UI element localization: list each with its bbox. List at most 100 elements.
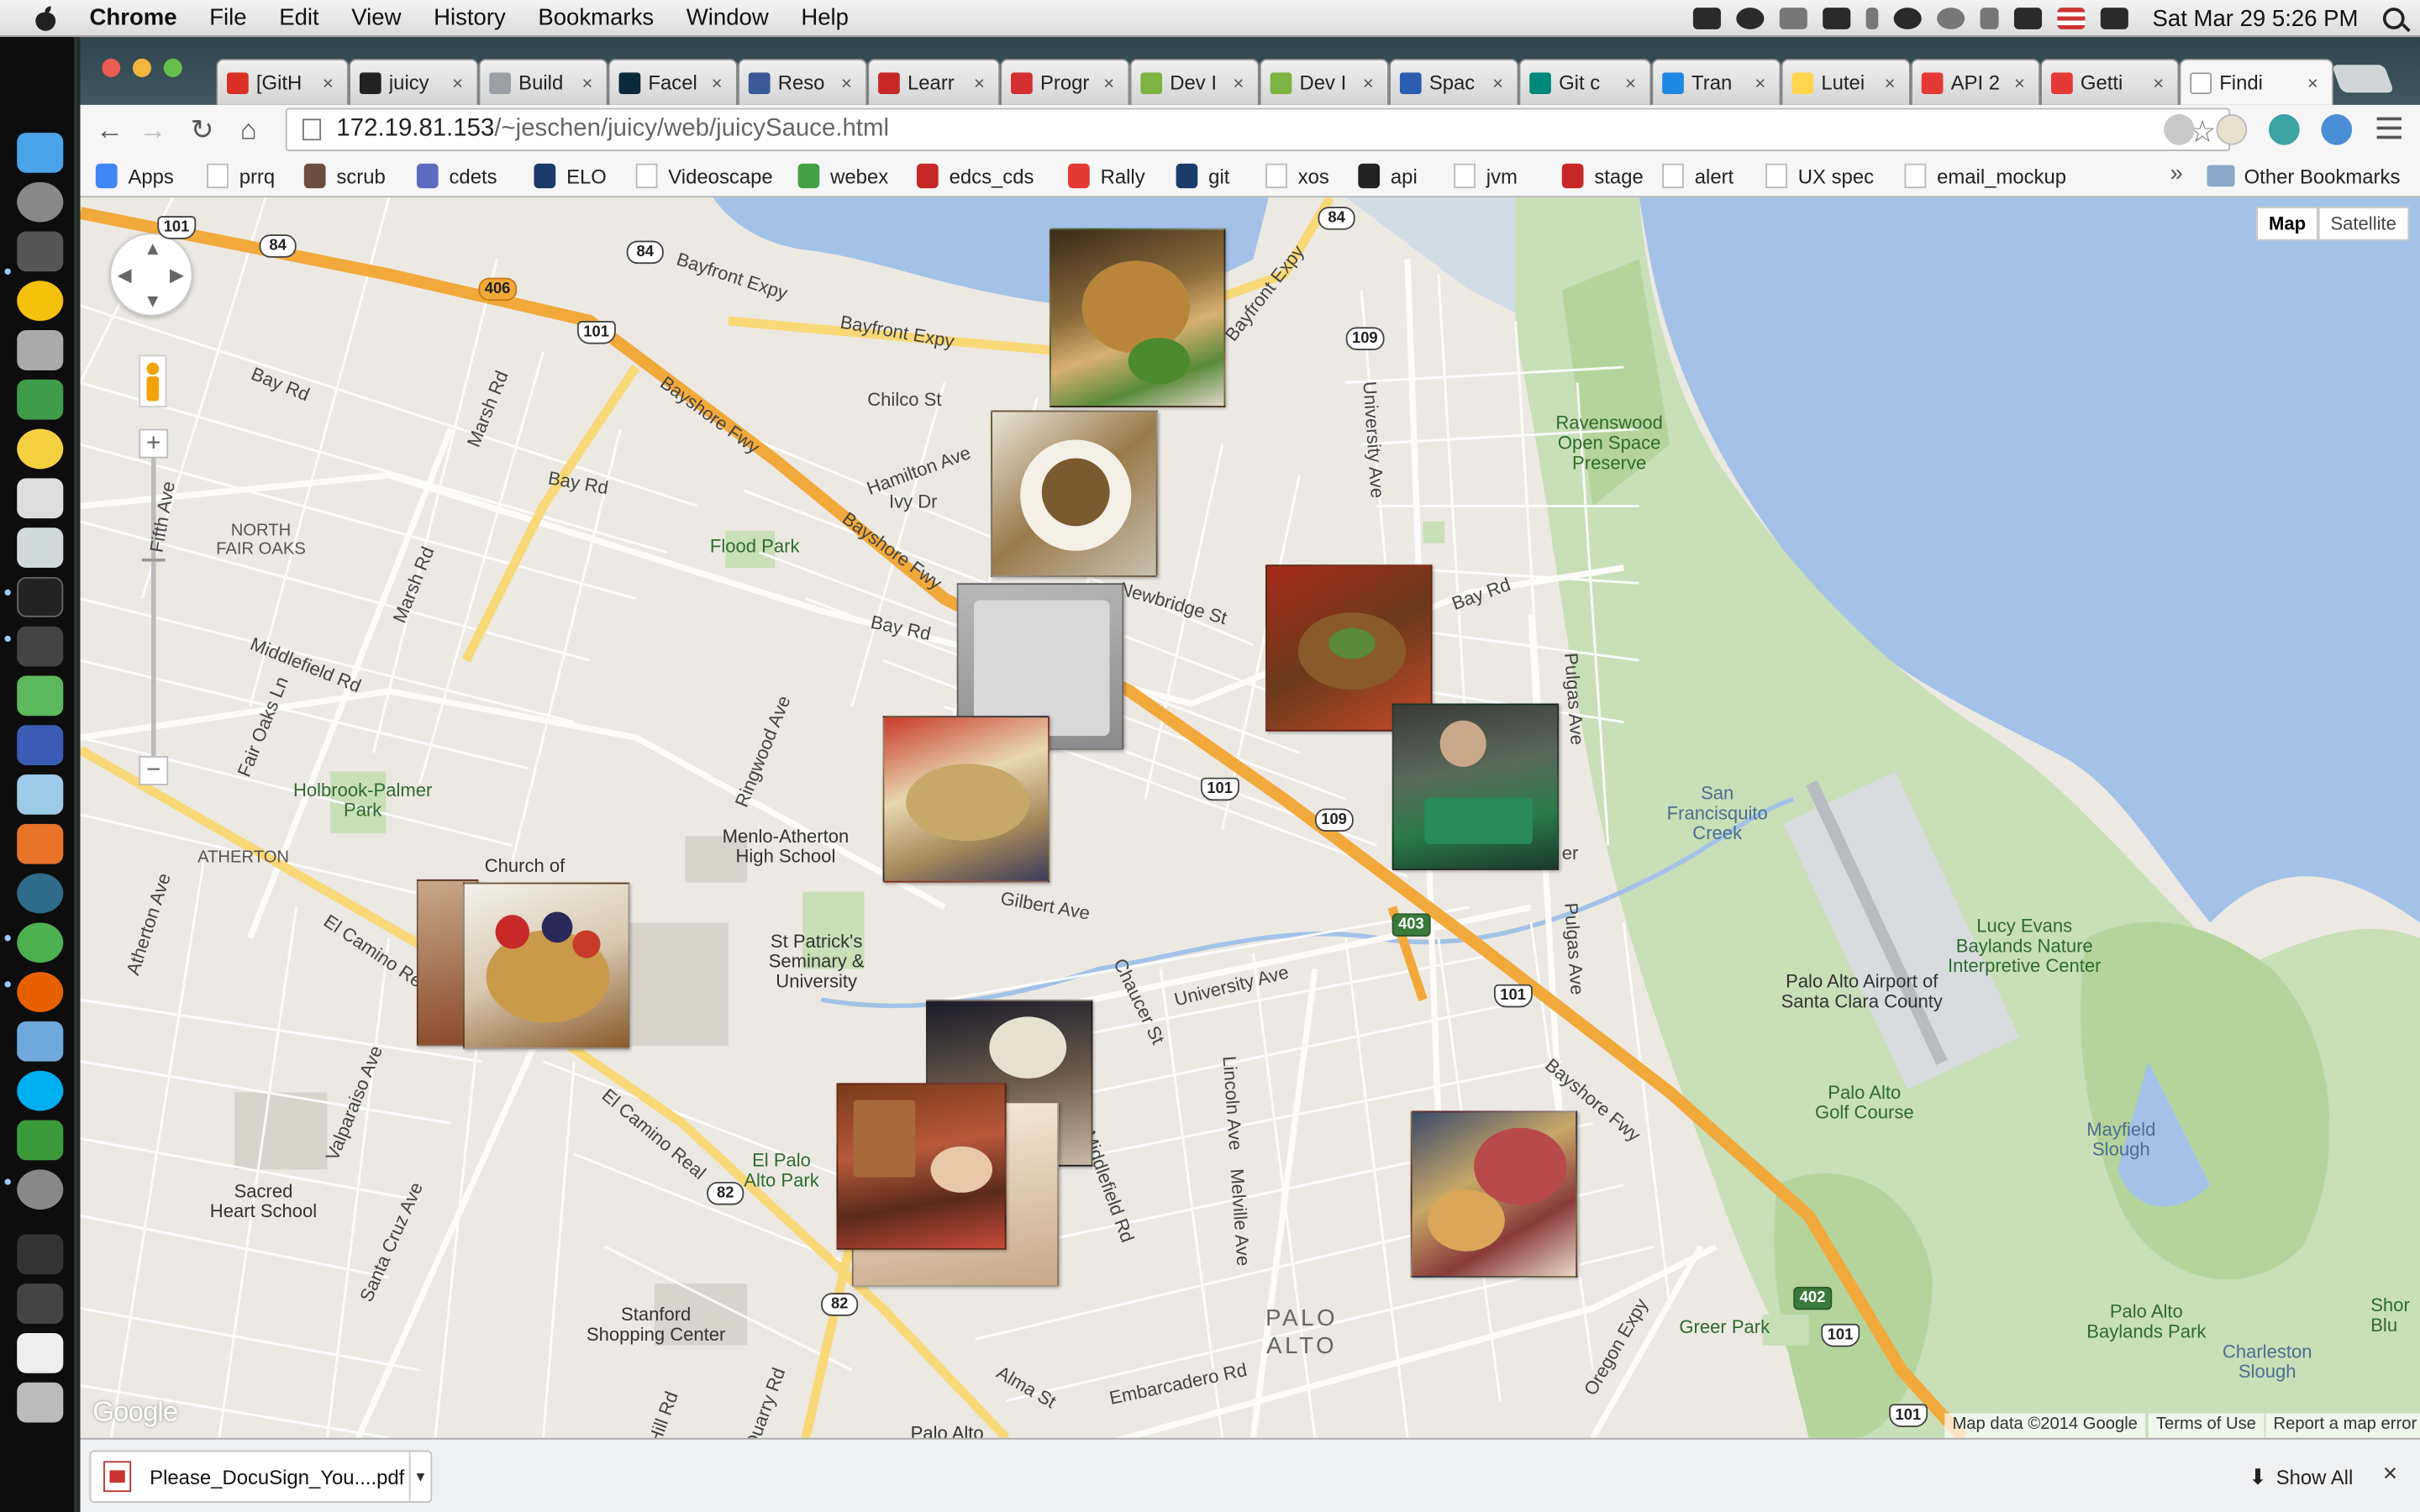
zoom-out-button[interactable]: − — [139, 756, 169, 785]
bookmark-item[interactable]: scrub — [303, 160, 386, 192]
food-photo-marker[interactable] — [1392, 703, 1560, 870]
launchpad-icon[interactable] — [17, 181, 64, 223]
tab-close-icon[interactable]: × — [1234, 71, 1249, 93]
tab-14[interactable]: API 2 × — [1910, 58, 2041, 105]
mail-app-icon[interactable] — [17, 1021, 64, 1062]
food-photo-marker[interactable] — [882, 716, 1050, 883]
menu-app-chrome[interactable]: Chrome — [90, 5, 177, 31]
owl-app-icon[interactable] — [17, 231, 64, 272]
opera-icon[interactable] — [17, 281, 64, 322]
food-photo-marker[interactable] — [1049, 228, 1226, 407]
close-shelf-icon[interactable]: × — [2383, 1461, 2397, 1488]
menu-history[interactable]: History — [434, 5, 506, 31]
terminal-icon[interactable] — [17, 576, 64, 617]
tab-8[interactable]: Dev I × — [1129, 58, 1260, 105]
tab-close-icon[interactable]: × — [974, 71, 989, 93]
tab-close-icon[interactable]: × — [841, 71, 856, 93]
tab-close-icon[interactable]: × — [1363, 71, 1378, 93]
food-photo-marker[interactable] — [836, 1083, 1007, 1250]
bookmark-item[interactable]: ELO — [534, 160, 607, 192]
back-button[interactable]: ← — [92, 113, 126, 146]
bookmark-item[interactable]: cdets — [416, 160, 497, 192]
zoom-in-button[interactable]: + — [139, 428, 169, 459]
minimize-window-button[interactable] — [132, 58, 152, 77]
tab-close-icon[interactable]: × — [1885, 71, 1900, 93]
download-item[interactable]: Please_DocuSign_You....pdf ▼ — [89, 1450, 433, 1503]
bookmark-item[interactable]: webex — [797, 160, 888, 192]
map-type-satellite-button[interactable]: Satellite — [2317, 207, 2409, 241]
time-machine-dock-icon[interactable] — [17, 873, 64, 914]
check-app-icon[interactable] — [17, 675, 64, 717]
alien-tray-icon[interactable] — [1735, 8, 1764, 29]
minimized-window-3[interactable] — [17, 1332, 64, 1373]
tab-close-icon[interactable]: × — [2014, 71, 2029, 93]
skype-icon[interactable] — [17, 1070, 64, 1111]
bookmark-item[interactable]: git — [1176, 160, 1229, 192]
tab-close-icon[interactable]: × — [452, 71, 467, 93]
reload-button[interactable]: ↻ — [185, 113, 218, 146]
pan-control[interactable]: ▲ ▼ ◀ ▶ — [109, 233, 193, 317]
bookmark-item[interactable]: Rally — [1068, 160, 1145, 192]
bookmark-item[interactable]: Apps — [95, 160, 174, 192]
keyboard-app-icon[interactable] — [17, 725, 64, 766]
menu-view[interactable]: View — [351, 5, 401, 31]
chef-app-icon[interactable] — [17, 379, 64, 420]
bookmark-item[interactable]: api — [1358, 160, 1418, 192]
map-type-map-button[interactable]: Map — [2256, 207, 2318, 241]
chrome-dock-icon[interactable] — [17, 922, 64, 963]
pan-down-icon[interactable]: ▼ — [144, 290, 162, 312]
close-window-button[interactable] — [102, 58, 121, 77]
tab-close-icon[interactable]: × — [1103, 71, 1118, 93]
tab-close-icon[interactable]: × — [581, 71, 597, 93]
preview-app-icon[interactable] — [17, 774, 64, 815]
window-tray-icon[interactable] — [1779, 8, 1807, 29]
pan-right-icon[interactable]: ▶ — [170, 264, 184, 286]
download-menu-arrow-icon[interactable]: ▼ — [408, 1452, 431, 1502]
extension-swirl-icon[interactable] — [2269, 113, 2300, 145]
wifi-icon[interactable] — [1892, 8, 1921, 29]
other-bookmarks-folder[interactable]: Other Bookmarks — [2207, 160, 2400, 192]
chrome-menu-icon[interactable] — [2376, 117, 2402, 139]
pan-left-icon[interactable]: ◀ — [118, 264, 132, 286]
pan-up-icon[interactable]: ▲ — [144, 238, 162, 260]
tab-16[interactable]: Findi × — [2179, 58, 2334, 105]
bookmark-item[interactable]: alert — [1662, 160, 1733, 192]
forward-button[interactable]: → — [136, 113, 170, 146]
bookmark-item[interactable]: UX spec — [1765, 160, 1874, 192]
tab-close-icon[interactable]: × — [1754, 71, 1770, 93]
street-view-pegman-icon[interactable] — [139, 354, 167, 407]
extension-globe-icon[interactable] — [2164, 113, 2195, 145]
address-bar[interactable]: 172.19.81.153 /~jeschen/juicy/web/juicyS… — [285, 108, 2231, 152]
battery-icon[interactable] — [2100, 8, 2128, 29]
terms-of-use-link[interactable]: Terms of Use — [2148, 1413, 2265, 1438]
sublime-icon[interactable] — [17, 626, 64, 667]
bookmark-item[interactable]: prrq — [207, 160, 275, 192]
volume-icon[interactable] — [1979, 8, 1998, 29]
google-map[interactable]: Map Satellite ▲ ▼ ◀ ▶ + − Bayfront Expy … — [80, 197, 2420, 1438]
tab-13[interactable]: Lutei × — [1781, 58, 1911, 105]
show-all-downloads-button[interactable]: ⬇ Show All — [2230, 1452, 2371, 1501]
tab-close-icon[interactable]: × — [1492, 71, 1507, 93]
banana-app-icon[interactable] — [17, 428, 64, 470]
more-bookmarks-chevron-icon[interactable]: » — [2170, 160, 2182, 186]
tab-close-icon[interactable]: × — [2307, 71, 2323, 93]
us-flag-icon[interactable] — [2056, 8, 2085, 29]
bookmark-item[interactable]: stage — [1561, 160, 1644, 192]
bluetooth-icon[interactable] — [1865, 8, 1878, 29]
menu-edit[interactable]: Edit — [279, 5, 318, 31]
time-machine-icon[interactable] — [1936, 8, 1965, 29]
tab-9[interactable]: Dev I × — [1259, 58, 1390, 105]
tab-2[interactable]: juicy × — [349, 58, 479, 105]
tab-11[interactable]: Git c × — [1518, 58, 1652, 105]
menu-window[interactable]: Window — [687, 5, 769, 31]
spotlight-search-icon[interactable] — [2382, 8, 2405, 29]
home-button[interactable]: ⌂ — [232, 113, 266, 146]
apple-icon[interactable] — [31, 5, 62, 30]
tab-3[interactable]: Build × — [478, 58, 608, 105]
display-icon[interactable] — [2013, 8, 2042, 29]
bookmark-item[interactable]: xos — [1265, 160, 1329, 192]
tab-5[interactable]: Reso × — [737, 58, 868, 105]
bookmark-item[interactable]: jvm — [1454, 160, 1518, 192]
memory-tray-icon[interactable] — [1822, 8, 1850, 29]
tab-1[interactable]: [GitH × — [216, 58, 350, 105]
